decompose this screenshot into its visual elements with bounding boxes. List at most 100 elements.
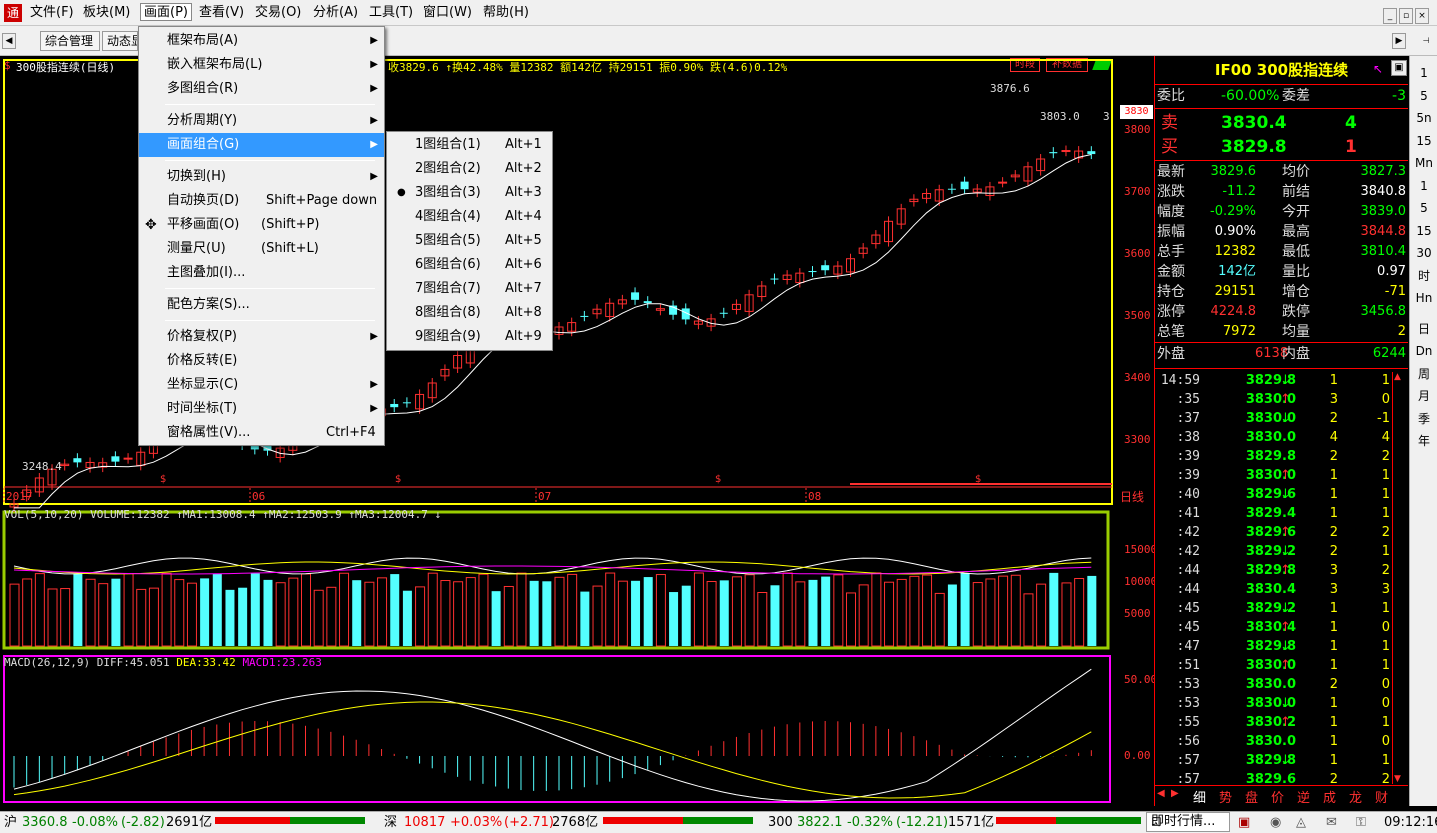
buy-row[interactable]: 买 3829.8 1: [1155, 135, 1408, 159]
menu-item[interactable]: 框架布局(A) ▶: [139, 29, 384, 53]
globe-icon[interactable]: ◉: [1270, 812, 1281, 833]
combo-item[interactable]: 1图组合(1) Alt+1: [387, 133, 552, 157]
scroll-down-icon[interactable]: ▼: [1394, 774, 1401, 784]
tab-left-arrow-icon[interactable]: ◀: [1157, 788, 1165, 799]
tick-scrollbar[interactable]: ▲ ▼: [1392, 372, 1407, 784]
volume-bar: [123, 573, 134, 647]
minimize-button[interactable]: _: [1383, 8, 1397, 24]
tab-right-arrow-icon[interactable]: ▶: [1171, 788, 1179, 799]
combo-item[interactable]: 5图组合(5) Alt+5: [387, 229, 552, 253]
volume-bar: [1023, 593, 1034, 647]
bottom-tab-4[interactable]: 逆: [1297, 787, 1310, 806]
tab-scroll-right-icon[interactable]: ▶: [1392, 33, 1406, 49]
menu-4[interactable]: 交易(O): [252, 4, 304, 22]
period-btn-7[interactable]: 15: [1413, 220, 1435, 242]
mail-icon[interactable]: ✉: [1326, 812, 1337, 833]
combo-item[interactable]: 8图组合(8) Alt+8: [387, 301, 552, 325]
bottom-tab-3[interactable]: 价: [1271, 787, 1284, 806]
menu-item[interactable]: 测量尺(U) (Shift+L): [139, 237, 384, 261]
period-btn-16[interactable]: 年: [1413, 430, 1435, 452]
tab-dynamic[interactable]: 动态显: [102, 31, 138, 51]
period-btn-15[interactable]: 季: [1413, 408, 1435, 430]
bottom-tab-2[interactable]: 盘: [1245, 787, 1258, 806]
combo-item[interactable]: 6图组合(6) Alt+6: [387, 253, 552, 277]
combo-item[interactable]: 2图组合(2) Alt+2: [387, 157, 552, 181]
wallet-icon[interactable]: ▣: [1238, 812, 1250, 833]
bottom-tab-1[interactable]: 势: [1219, 787, 1232, 806]
menu-5[interactable]: 分析(A): [310, 4, 361, 22]
volume-bar: [326, 586, 337, 647]
panel-toggle-icon[interactable]: ▣: [1391, 60, 1407, 76]
tick-direction-icon: ↓: [1280, 753, 1291, 768]
menu-6[interactable]: 工具(T): [366, 4, 416, 22]
combo-label: 8图组合(8): [415, 305, 481, 320]
combo-item[interactable]: 4图组合(4) Alt+4: [387, 205, 552, 229]
tick-direction-icon: ↑: [1280, 525, 1291, 540]
candle-body: [770, 278, 779, 280]
period-btn-11[interactable]: 日: [1413, 318, 1435, 340]
menu-7[interactable]: 窗口(W): [420, 4, 475, 22]
volume-bar: [491, 591, 501, 646]
lock-icon[interactable]: ⚿: [1356, 812, 1366, 833]
period-btn-2[interactable]: 5n: [1413, 107, 1435, 129]
menu-item[interactable]: 价格复权(P) ▶: [139, 325, 384, 349]
tick-oi: 2: [1381, 525, 1390, 540]
volume-bar: [503, 585, 514, 647]
period-btn-14[interactable]: 月: [1413, 385, 1435, 407]
menu-item[interactable]: 自动换页(D) Shift+Page down: [139, 189, 384, 213]
bottom-tab-6[interactable]: 龙: [1349, 787, 1362, 806]
period-btn-5[interactable]: 1: [1413, 175, 1435, 197]
menu-item-label: 平移画面(O): [167, 217, 240, 232]
menu-item[interactable]: 时间坐标(T) ▶: [139, 397, 384, 421]
news-ticker[interactable]: ◻ 即时行情...: [1146, 812, 1230, 832]
close-button[interactable]: ×: [1415, 8, 1429, 24]
sell-row[interactable]: 卖 3830.4 4: [1155, 111, 1408, 135]
restore-button[interactable]: ▫: [1399, 8, 1413, 24]
bottom-tab-0[interactable]: 细: [1193, 787, 1206, 806]
period-btn-1[interactable]: 5: [1413, 85, 1435, 107]
period-btn-8[interactable]: 30: [1413, 242, 1435, 264]
bottom-tab-7[interactable]: 财: [1375, 787, 1388, 806]
menu-item[interactable]: 平移画面(O) (Shift+P) ✥: [139, 213, 384, 237]
menu-item[interactable]: 价格反转(E): [139, 349, 384, 373]
period-btn-12[interactable]: Dn: [1413, 340, 1435, 362]
combo-item[interactable]: 3图组合(3) Alt+3 ●: [387, 181, 552, 205]
scroll-up-icon[interactable]: ▲: [1394, 372, 1401, 382]
menu-0[interactable]: 文件(F): [27, 4, 77, 22]
period-btn-9[interactable]: 时: [1413, 265, 1435, 287]
menu-item[interactable]: 多图组合(R) ▶: [139, 77, 384, 101]
menu-item[interactable]: 分析周期(Y) ▶: [139, 109, 384, 133]
menu-8[interactable]: 帮助(H): [480, 4, 532, 22]
tab-scroll-left-icon[interactable]: ◀: [2, 33, 16, 49]
combo-item[interactable]: 9图组合(9) Alt+9: [387, 325, 552, 349]
menu-item[interactable]: 配色方案(S)...: [139, 293, 384, 317]
tick-direction-icon: ↑: [1280, 620, 1291, 635]
menu-3[interactable]: 查看(V): [196, 4, 247, 22]
tick-time: :44: [1176, 563, 1200, 578]
menu-item[interactable]: 窗格属性(V)... Ctrl+F4: [139, 421, 384, 445]
period-btn-3[interactable]: 15: [1413, 130, 1435, 152]
bottom-tab-5[interactable]: 成: [1323, 787, 1336, 806]
tick-direction-icon: ↓: [1280, 601, 1291, 616]
pin-icon[interactable]: ⊣: [1418, 37, 1434, 46]
volume-bar: [1074, 577, 1085, 647]
period-btn-13[interactable]: 周: [1413, 363, 1435, 385]
combo-item[interactable]: 7图组合(7) Alt+7: [387, 277, 552, 301]
volume-bar: [161, 572, 172, 647]
bell-icon[interactable]: ◬: [1296, 812, 1306, 833]
waipan-label: 外盘: [1157, 346, 1185, 362]
period-btn-6[interactable]: 5: [1413, 197, 1435, 219]
period-btn-4[interactable]: Mn: [1413, 152, 1435, 174]
menu-2[interactable]: 画面(P): [140, 3, 192, 21]
period-btn-10[interactable]: Hn: [1413, 287, 1435, 309]
menu-item[interactable]: 切换到(H) ▶: [139, 165, 384, 189]
period-btn-0[interactable]: 1: [1413, 62, 1435, 84]
menu-item[interactable]: 坐标显示(C) ▶: [139, 373, 384, 397]
tab-overview[interactable]: 综合管理: [40, 31, 100, 51]
menu-item[interactable]: 主图叠加(I)...: [139, 261, 384, 285]
menu-item[interactable]: 画面组合(G) ▶: [139, 133, 384, 157]
menu-1[interactable]: 板块(M): [80, 4, 133, 22]
combo-submenu: 1图组合(1) Alt+1 2图组合(2) Alt+2 3图组合(3) Alt+3 ● 4图组…: [386, 131, 553, 351]
menu-item-label: 多图组合(R): [167, 81, 239, 96]
menu-item[interactable]: 嵌入框架布局(L) ▶: [139, 53, 384, 77]
